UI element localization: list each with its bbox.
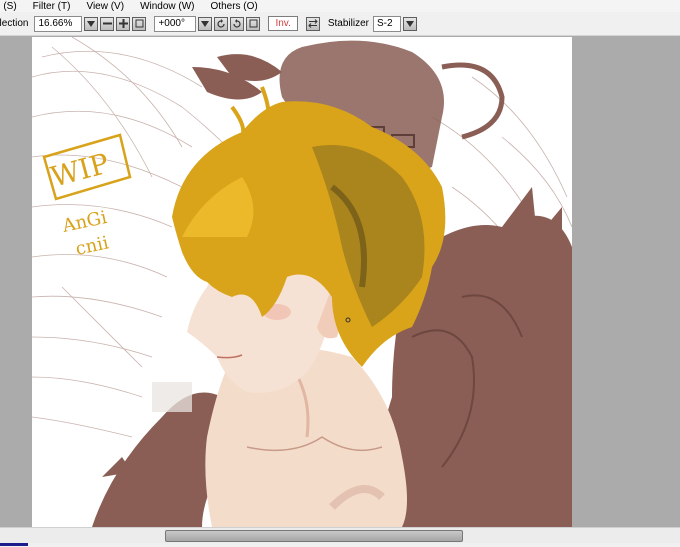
status-bar bbox=[0, 543, 680, 547]
rotation-reset-button[interactable] bbox=[246, 16, 261, 31]
zoom-in-button[interactable] bbox=[116, 16, 131, 31]
flip-button[interactable] bbox=[305, 16, 320, 31]
square-icon bbox=[249, 19, 258, 28]
menu-window[interactable]: Window (W) bbox=[140, 1, 194, 12]
invert-button[interactable]: Inv. bbox=[268, 16, 298, 31]
menu-filter[interactable]: Filter (T) bbox=[33, 1, 71, 12]
square-icon bbox=[135, 19, 144, 28]
swap-arrows-icon bbox=[308, 19, 318, 28]
toolbar: election 16.66% +000° Inv. Stabilizer S-… bbox=[0, 12, 680, 36]
zoom-reset-button[interactable] bbox=[132, 16, 147, 31]
drawing-canvas[interactable]: WIP AnGi cnii bbox=[32, 37, 572, 527]
rotate-right-icon bbox=[233, 18, 242, 28]
stabilizer-dropdown-button[interactable] bbox=[403, 16, 417, 31]
zoom-field[interactable]: 16.66% bbox=[34, 15, 83, 32]
zoom-dropdown-button[interactable] bbox=[84, 16, 99, 31]
signature: WIP AnGi cnii bbox=[42, 133, 132, 260]
artwork: WIP AnGi cnii bbox=[32, 37, 572, 527]
minus-icon bbox=[102, 22, 112, 25]
rotate-right-button[interactable] bbox=[230, 16, 245, 31]
rotation-field[interactable]: +000° bbox=[154, 15, 197, 32]
horizontal-scroll-thumb[interactable] bbox=[165, 530, 463, 542]
stabilizer-field[interactable]: S-2 bbox=[373, 15, 401, 32]
plus-icon bbox=[118, 19, 128, 28]
menu-selection[interactable]: n (S) bbox=[0, 1, 17, 12]
chevron-down-icon bbox=[201, 20, 210, 27]
chevron-down-icon bbox=[87, 20, 96, 27]
rotate-left-icon bbox=[217, 18, 226, 28]
menu-others[interactable]: Others (O) bbox=[211, 1, 258, 12]
chevron-down-icon bbox=[406, 20, 414, 27]
canvas-area[interactable]: WIP AnGi cnii bbox=[0, 37, 680, 527]
menu-view[interactable]: View (V) bbox=[86, 1, 124, 12]
horizontal-scrollbar[interactable] bbox=[0, 527, 680, 543]
rotation-dropdown-button[interactable] bbox=[198, 16, 213, 31]
stabilizer-label: Stabilizer bbox=[327, 18, 369, 29]
rotate-left-button[interactable] bbox=[214, 16, 229, 31]
selection-label: election bbox=[0, 18, 29, 29]
menu-bar: n (S) Filter (T) View (V) Window (W) Oth… bbox=[0, 0, 680, 12]
signature-line2: cnii bbox=[74, 232, 111, 259]
zoom-out-button[interactable] bbox=[100, 16, 115, 31]
blur-patch bbox=[152, 382, 192, 412]
